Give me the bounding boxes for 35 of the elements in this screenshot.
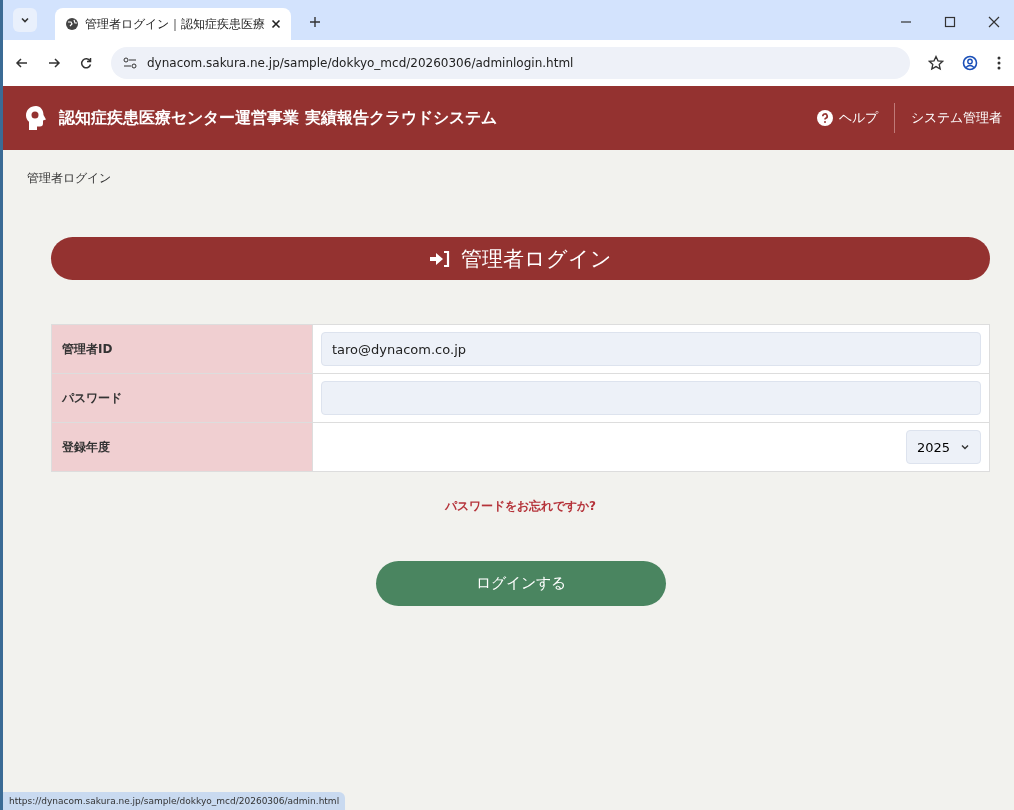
- help-icon: [817, 110, 833, 126]
- reload-icon[interactable]: [79, 56, 93, 70]
- new-tab-icon[interactable]: [309, 16, 321, 28]
- help-link[interactable]: ヘルプ: [817, 109, 878, 127]
- tab-search-button[interactable]: [13, 8, 37, 32]
- page-title: 管理者ログイン: [461, 245, 612, 273]
- address-bar[interactable]: dynacom.sakura.ne.jp/sample/dokkyo_mcd/20260306/adminlogin.html: [111, 47, 910, 79]
- caret-icon: [960, 443, 970, 451]
- breadcrumb: 管理者ログイン: [27, 170, 112, 187]
- browser-tab[interactable]: 管理者ログイン｜認知症疾患医療: [55, 8, 291, 40]
- user-name: システム管理者: [911, 109, 1002, 127]
- close-icon[interactable]: [271, 19, 281, 29]
- profile-icon[interactable]: [962, 55, 978, 71]
- app-title: 認知症疾患医療センター運営事業 実績報告クラウドシステム: [59, 107, 497, 129]
- status-url: https://dynacom.sakura.ne.jp/sample/dokkyo_mcd/20260306/admin.html: [3, 792, 346, 810]
- input-field[interactable]: taro@dynacom.co.jp: [321, 332, 981, 366]
- back-arrow-icon[interactable]: [15, 56, 29, 70]
- year-select[interactable]: 2025: [905, 430, 981, 464]
- tab-title: 管理者ログイン｜認知症疾患医療: [85, 15, 265, 33]
- globe-icon: [65, 17, 79, 31]
- chevron-down-icon: [20, 15, 30, 25]
- close-icon[interactable]: [988, 16, 1000, 28]
- head-logo-icon: [25, 105, 47, 131]
- field-label: パスワード: [52, 374, 313, 422]
- password-field[interactable]: [321, 381, 981, 415]
- star-icon[interactable]: [928, 55, 944, 71]
- site-settings-icon[interactable]: [123, 57, 137, 69]
- more-menu-icon[interactable]: [996, 55, 1002, 71]
- maximize-icon[interactable]: [944, 16, 956, 28]
- forward-arrow-icon[interactable]: [47, 56, 61, 70]
- field-label: 管理者ID: [52, 325, 313, 373]
- login-button[interactable]: ログインする: [375, 561, 666, 606]
- login-icon: [429, 249, 451, 268]
- field-label: 登録年度: [52, 423, 313, 471]
- forgot-password-link[interactable]: パスワードをお忘れですか?: [445, 498, 596, 515]
